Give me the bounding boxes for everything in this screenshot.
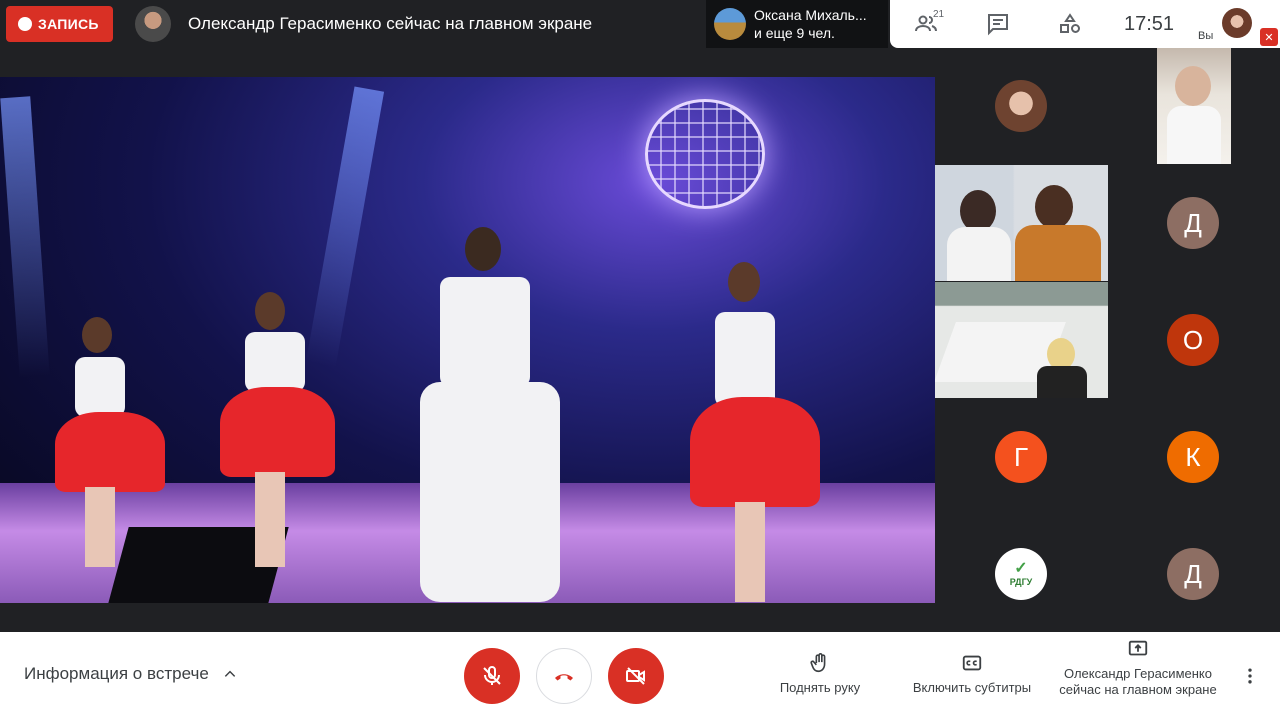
participant-avatar: Д bbox=[1167, 197, 1219, 249]
presenter-title: Олександр Герасименко сейчас на главном … bbox=[188, 14, 593, 33]
captions-button[interactable]: Включить субтитры bbox=[904, 652, 1040, 695]
participant-avatar: К bbox=[1167, 431, 1219, 483]
self-tile[interactable]: Вы ✕ bbox=[1192, 0, 1280, 48]
recording-badge[interactable]: ЗАПИСЬ bbox=[6, 6, 113, 42]
more-vert-icon bbox=[1248, 668, 1252, 684]
presenter-avatar bbox=[135, 6, 171, 42]
participant-tile[interactable]: Д bbox=[1107, 165, 1279, 281]
participant-avatar: О bbox=[1167, 314, 1219, 366]
participant-avatar bbox=[995, 80, 1047, 132]
participant-video[interactable] bbox=[935, 282, 1108, 398]
shared-screen-video bbox=[0, 77, 935, 603]
presenting-label: Олександр Герасименко сейчас на главном … bbox=[1059, 666, 1217, 697]
stage-globe bbox=[645, 99, 765, 209]
chat-button[interactable] bbox=[974, 0, 1022, 48]
participant-avatar: Д bbox=[1167, 548, 1219, 600]
chat-icon bbox=[988, 14, 1008, 36]
hang-up-icon bbox=[555, 674, 573, 681]
viewers-text: Оксана Михаль... и еще 9 чел. bbox=[754, 6, 867, 42]
clock: 17:51 bbox=[1124, 12, 1175, 35]
mic-toggle-button[interactable] bbox=[464, 648, 520, 704]
recording-label: ЗАПИСЬ bbox=[38, 16, 99, 32]
people-button[interactable]: 21 bbox=[902, 0, 950, 48]
activities-icon bbox=[1060, 13, 1080, 33]
camera-off-icon bbox=[626, 667, 645, 685]
activities-button[interactable] bbox=[1046, 0, 1094, 48]
participant-tile[interactable]: Г bbox=[935, 399, 1107, 515]
bottom-bar: Информация о встрече Поднять руку Включи… bbox=[0, 632, 1280, 720]
self-avatar bbox=[1222, 8, 1252, 38]
people-count: 21 bbox=[933, 9, 945, 20]
participant-logo-avatar: ✓ РДГУ bbox=[995, 548, 1047, 600]
viewers-line1: Оксана Михаль... bbox=[754, 7, 867, 23]
hang-up-button[interactable] bbox=[536, 648, 592, 704]
participant-video[interactable] bbox=[935, 165, 1108, 281]
participant-tile[interactable]: Д bbox=[1107, 516, 1279, 632]
pin-icon[interactable]: ✕ bbox=[1260, 28, 1278, 46]
participant-video[interactable] bbox=[1157, 48, 1231, 164]
top-right-toolbar: 21 17:51 bbox=[890, 0, 1192, 48]
record-dot-icon bbox=[18, 17, 32, 31]
captions-label: Включить субтитры bbox=[912, 680, 1032, 695]
participant-avatar: Г bbox=[995, 431, 1047, 483]
participant-tile[interactable]: О bbox=[1107, 282, 1279, 398]
viewers-line2: и еще 9 чел. bbox=[754, 25, 835, 41]
viewers-chip[interactable]: Оксана Михаль... и еще 9 чел. bbox=[706, 0, 888, 48]
present-screen-icon bbox=[1128, 640, 1148, 656]
mic-off-icon bbox=[483, 666, 501, 685]
raise-hand-label: Поднять руку bbox=[779, 680, 861, 695]
raise-hand-icon bbox=[810, 653, 826, 673]
stage-light bbox=[305, 86, 385, 368]
participant-tile[interactable]: ✓ РДГУ bbox=[935, 516, 1107, 632]
presenting-button[interactable]: Олександр Герасименко сейчас на главном … bbox=[1056, 638, 1220, 698]
meeting-info-label: Информация о встрече bbox=[24, 664, 209, 683]
camera-toggle-button[interactable] bbox=[608, 648, 664, 704]
chevron-up-icon bbox=[224, 670, 235, 677]
stage-light bbox=[0, 96, 50, 378]
more-options-button[interactable] bbox=[1236, 662, 1264, 690]
captions-icon bbox=[962, 655, 982, 671]
participants-panel: Д О Г К ✓ РДГУ Д bbox=[935, 48, 1280, 632]
viewer-avatar bbox=[714, 8, 746, 40]
raise-hand-button[interactable]: Поднять руку bbox=[772, 652, 868, 695]
logo-text: РДГУ bbox=[1009, 577, 1033, 587]
participant-tile[interactable] bbox=[935, 48, 1107, 164]
self-label: Вы bbox=[1198, 30, 1214, 42]
meeting-info-button[interactable]: Информация о встрече bbox=[24, 664, 237, 684]
participant-tile[interactable]: К bbox=[1107, 399, 1279, 515]
